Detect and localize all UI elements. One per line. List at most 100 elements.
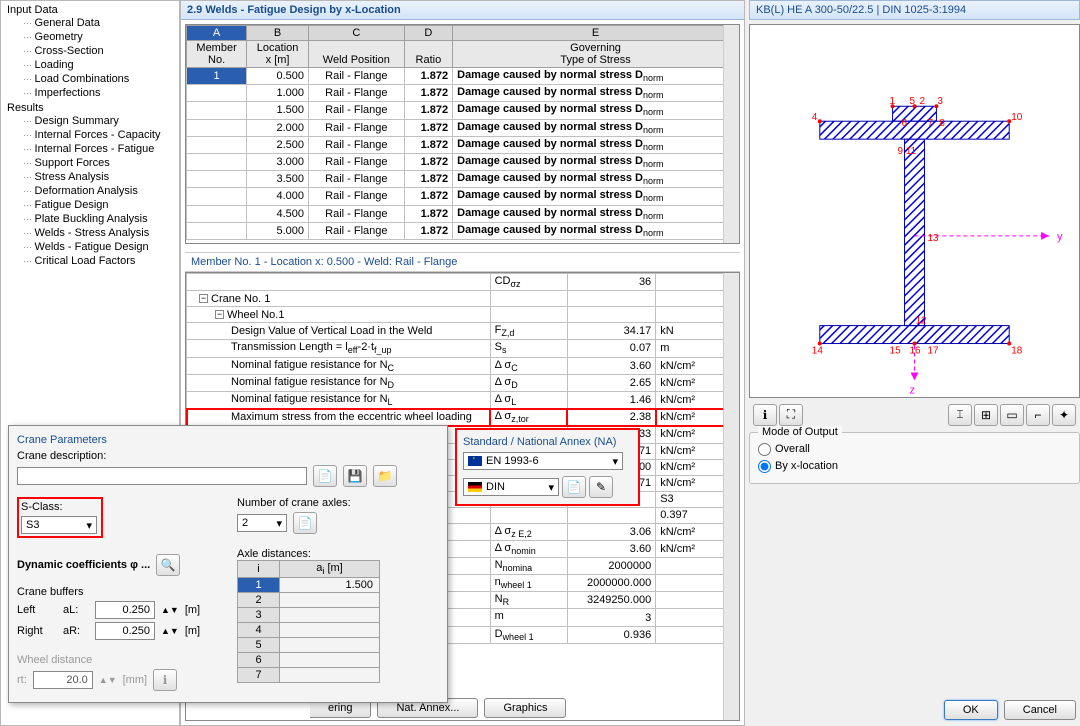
- cancel-button[interactable]: Cancel: [1004, 700, 1076, 720]
- table-row[interactable]: 4.000Rail - Flange1.872Damage caused by …: [187, 188, 739, 205]
- table-row[interactable]: 10.500Rail - Flange1.872Damage caused by…: [187, 68, 739, 85]
- info-icon[interactable]: ℹ: [153, 669, 177, 691]
- tree-item[interactable]: Critical Load Factors: [19, 254, 177, 268]
- column-header[interactable]: B: [247, 26, 309, 41]
- tree-group-results[interactable]: Results: [7, 102, 44, 114]
- search-icon[interactable]: 🔍: [156, 554, 180, 576]
- col-member: MemberNo.: [187, 41, 247, 68]
- axle-row[interactable]: 2: [238, 593, 380, 608]
- radio-overall[interactable]: Overall: [758, 441, 1071, 458]
- browse-icon[interactable]: 📄: [313, 465, 337, 487]
- tree-item[interactable]: Plate Buckling Analysis: [19, 212, 177, 226]
- axle-row[interactable]: 3: [238, 608, 380, 623]
- tree-item[interactable]: Imperfections: [19, 86, 177, 100]
- scrollbar[interactable]: [723, 273, 739, 720]
- table-row[interactable]: 4.500Rail - Flange1.872Damage caused by …: [187, 205, 739, 222]
- cross-section-preview[interactable]: y z 1523 467810 9 11 13 12 1415161718: [749, 24, 1080, 398]
- save-icon[interactable]: 💾: [343, 465, 367, 487]
- detail-row[interactable]: Design Value of Vertical Load in the Wel…: [187, 323, 739, 340]
- column-header[interactable]: E: [453, 26, 739, 41]
- new-annex-icon[interactable]: 📄: [562, 476, 586, 498]
- tree-item[interactable]: Deformation Analysis: [19, 184, 177, 198]
- tree-item[interactable]: Stress Analysis: [19, 170, 177, 184]
- tree-item[interactable]: Load Combinations: [19, 72, 177, 86]
- tree-group-input[interactable]: Input Data: [7, 4, 58, 16]
- edit-annex-icon[interactable]: ✎: [589, 476, 613, 498]
- graphics-button[interactable]: Graphics: [484, 698, 566, 718]
- col-location: Locationx [m]: [247, 41, 309, 68]
- tree-item[interactable]: Cross-Section: [19, 44, 177, 58]
- table-row[interactable]: 2.500Rail - Flange1.872Damage caused by …: [187, 136, 739, 153]
- axle-details-icon[interactable]: 📄: [293, 512, 317, 534]
- buffer-right-input[interactable]: [95, 622, 155, 640]
- tree-item[interactable]: Internal Forces - Capacity: [19, 128, 177, 142]
- table-row[interactable]: 3.500Rail - Flange1.872Damage caused by …: [187, 171, 739, 188]
- detail-row[interactable]: Nominal fatigue resistance for NDΔ σD2.6…: [187, 374, 739, 391]
- svg-text:10: 10: [1011, 112, 1023, 123]
- axle-row[interactable]: 7: [238, 668, 380, 683]
- axles-label: Number of crane axles:: [237, 497, 380, 509]
- detail-row[interactable]: Nominal fatigue resistance for NCΔ σC3.6…: [187, 357, 739, 374]
- crane-desc-input[interactable]: [17, 467, 307, 485]
- svg-text:9 11: 9 11: [898, 146, 917, 157]
- standard-combo[interactable]: EN 1993-6: [463, 452, 623, 470]
- svg-text:6: 6: [902, 118, 908, 129]
- table-row[interactable]: 2.000Rail - Flange1.872Damage caused by …: [187, 119, 739, 136]
- national-annex-combo[interactable]: DIN: [463, 478, 559, 496]
- folder-icon[interactable]: 📁: [373, 465, 397, 487]
- preview-title: KB(L) HE A 300-50/22.5 | DIN 1025-3:1994: [749, 0, 1080, 20]
- detail-row[interactable]: Transmission Length = leff-2·tf_upSs0.07…: [187, 340, 739, 357]
- s-class-combo[interactable]: S3: [21, 516, 97, 534]
- col-ratio: Ratio: [404, 41, 452, 68]
- tree-item[interactable]: Internal Forces - Fatigue: [19, 142, 177, 156]
- radio-by-x[interactable]: By x-location: [758, 458, 1071, 475]
- info-icon[interactable]: ℹ: [753, 404, 777, 426]
- axles-combo[interactable]: 2: [237, 514, 287, 532]
- tree-item[interactable]: Geometry: [19, 30, 177, 44]
- axle-distance-table[interactable]: iai [m] 11.500234567: [237, 560, 380, 683]
- view-icon-4[interactable]: ⌐: [1026, 404, 1050, 426]
- axle-row[interactable]: 4: [238, 623, 380, 638]
- table-row[interactable]: 1.500Rail - Flange1.872Damage caused by …: [187, 102, 739, 119]
- crane-buffers-label: Crane buffers: [17, 586, 217, 598]
- col-stress: GoverningType of Stress: [453, 41, 739, 68]
- column-header[interactable]: A: [187, 26, 247, 41]
- detail-row[interactable]: Maximum stress from the eccentric wheel …: [187, 409, 739, 426]
- axle-row[interactable]: 6: [238, 653, 380, 668]
- scrollbar[interactable]: [723, 25, 739, 243]
- axle-row[interactable]: 5: [238, 638, 380, 653]
- view-icon-1[interactable]: ⌶: [948, 404, 972, 426]
- tree-item[interactable]: General Data: [19, 16, 177, 30]
- detail-header: Member No. 1 - Location x: 0.500 - Weld:…: [185, 252, 740, 272]
- toggle-icon[interactable]: ⛶: [779, 404, 803, 426]
- svg-text:13: 13: [927, 233, 939, 244]
- tree-item[interactable]: Welds - Stress Analysis: [19, 226, 177, 240]
- results-table[interactable]: ABCDE MemberNo. Locationx [m] Weld Posit…: [186, 25, 739, 240]
- col-weld: Weld Position: [309, 41, 405, 68]
- axle-dist-label: Axle distances:: [237, 548, 380, 560]
- tree-item[interactable]: Welds - Fatigue Design: [19, 240, 177, 254]
- column-header[interactable]: C: [309, 26, 405, 41]
- tree-item[interactable]: Design Summary: [19, 114, 177, 128]
- s-class-highlight: S-Class: S3: [17, 497, 103, 538]
- axle-row[interactable]: 11.500: [238, 578, 380, 593]
- table-row[interactable]: 5.000Rail - Flange1.872Damage caused by …: [187, 222, 739, 239]
- detail-row[interactable]: Nominal fatigue resistance for NLΔ σL1.4…: [187, 391, 739, 408]
- ok-button[interactable]: OK: [944, 700, 998, 720]
- view-icon-2[interactable]: ⊞: [974, 404, 998, 426]
- buffer-left-input[interactable]: [95, 601, 155, 619]
- svg-text:15: 15: [890, 346, 902, 357]
- svg-text:14: 14: [812, 346, 824, 357]
- svg-text:17: 17: [927, 346, 939, 357]
- tree-item[interactable]: Support Forces: [19, 156, 177, 170]
- table-row[interactable]: 1.000Rail - Flange1.872Damage caused by …: [187, 85, 739, 102]
- view-icon-5[interactable]: ✦: [1052, 404, 1076, 426]
- de-flag-icon: [468, 482, 482, 492]
- column-header[interactable]: D: [404, 26, 452, 41]
- table-row[interactable]: 3.000Rail - Flange1.872Damage caused by …: [187, 153, 739, 170]
- svg-text:y: y: [1057, 231, 1063, 243]
- view-icon-3[interactable]: ▭: [1000, 404, 1024, 426]
- tree-item[interactable]: Loading: [19, 58, 177, 72]
- tree-item[interactable]: Fatigue Design: [19, 198, 177, 212]
- crane-desc-label: Crane description:: [17, 450, 106, 462]
